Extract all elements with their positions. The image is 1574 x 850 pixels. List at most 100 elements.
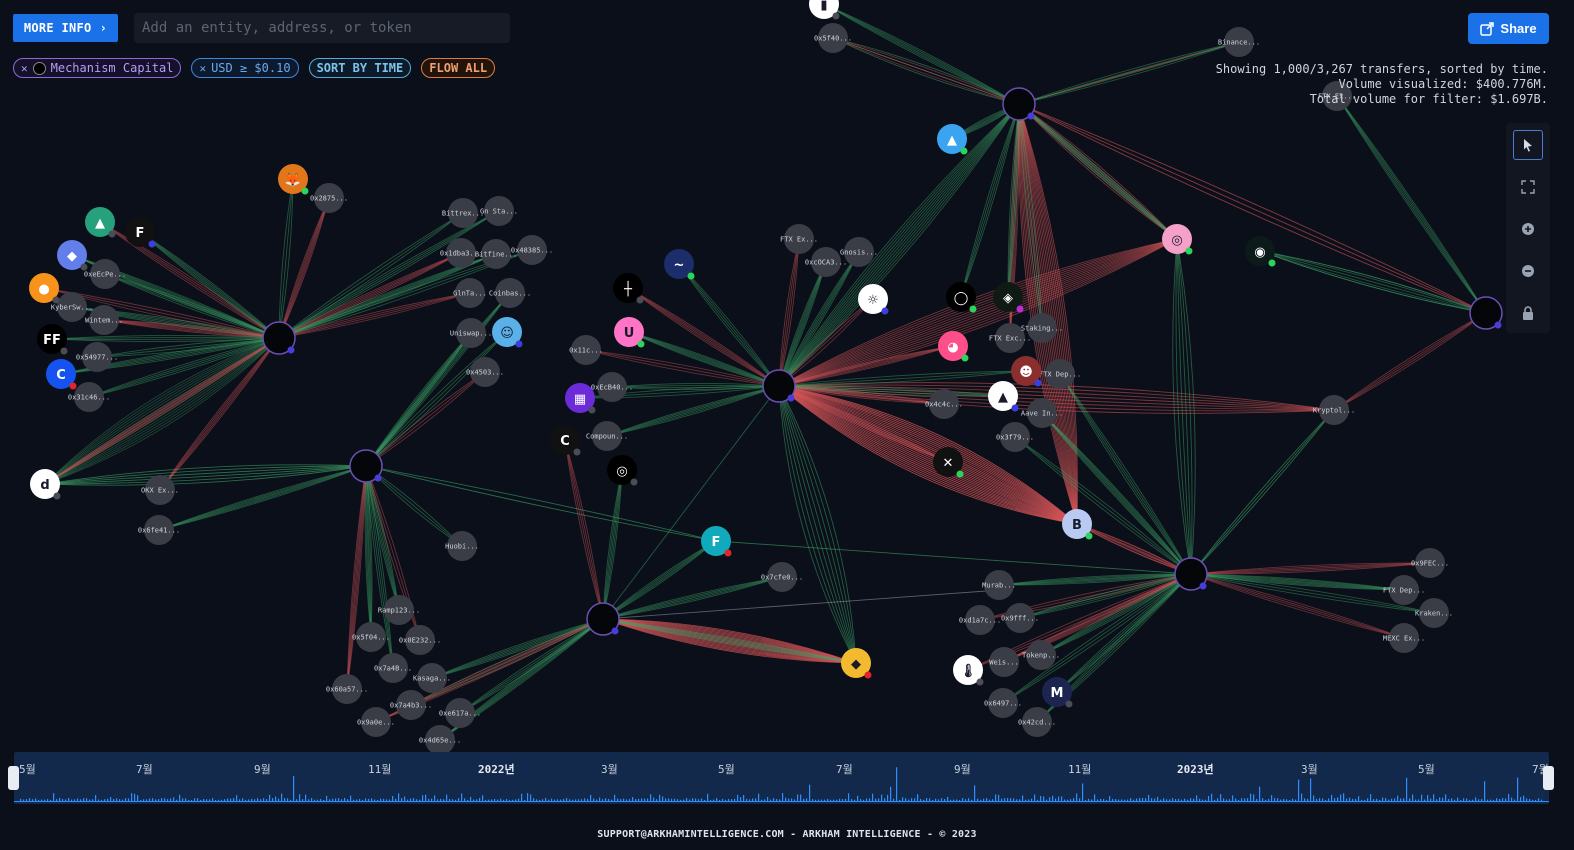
- svg-text:◎: ◎: [1171, 233, 1182, 248]
- address-node[interactable]: 0xd1a7c...: [959, 605, 1001, 635]
- status-dot: [611, 627, 619, 635]
- remove-filter-icon[interactable]: ✕: [199, 62, 206, 75]
- timeline-bar-mark: [1196, 795, 1198, 801]
- address-node[interactable]: 0x5f04...: [352, 622, 390, 652]
- address-node[interactable]: Kasaga...: [413, 663, 451, 693]
- line-icon[interactable]: ┼: [613, 273, 644, 304]
- lock-button[interactable]: [1513, 298, 1543, 328]
- timeline-bar-mark: [983, 798, 985, 801]
- address-node[interactable]: Huobi...: [445, 531, 479, 561]
- timeline-bar-mark: [818, 799, 820, 801]
- address-node[interactable]: 0x48385...: [511, 235, 553, 265]
- thermometer-icon[interactable]: 🌡: [953, 655, 984, 686]
- pyramid-icon[interactable]: ▲: [85, 207, 116, 238]
- address-node[interactable]: 0x7cfe0...: [761, 562, 803, 592]
- address-node[interactable]: Gn Sta...: [480, 196, 518, 226]
- timeline-bar-mark: [1154, 798, 1156, 801]
- address-node[interactable]: 0x9FEC...: [1411, 548, 1449, 578]
- zoom-out-button[interactable]: [1513, 256, 1543, 286]
- address-node[interactable]: 0x5f40...: [814, 23, 852, 53]
- zoom-in-button[interactable]: [1513, 214, 1543, 244]
- address-node[interactable]: 0x11c...: [569, 335, 603, 365]
- transfer-edge: [365, 332, 472, 467]
- address-node[interactable]: Kraken...: [1415, 598, 1453, 628]
- timeline-bar[interactable]: 5월 7월 9월 11월 2022년 3월 5월 7월 9월 11월 2023년 3월 5월 7월: [14, 752, 1549, 804]
- address-node[interactable]: 0x9a0e...: [357, 707, 395, 737]
- transfer-edge: [602, 589, 1001, 620]
- timeline-bar-mark: [701, 798, 703, 801]
- address-node[interactable]: 0x7a4B...: [374, 653, 412, 683]
- address-node[interactable]: Weis...: [989, 647, 1019, 677]
- timeline-start-handle[interactable]: [8, 766, 19, 790]
- ff-icon[interactable]: FF: [37, 324, 68, 355]
- wave-icon[interactable]: ~: [664, 249, 695, 280]
- search-input[interactable]: [134, 13, 510, 43]
- more-info-button[interactable]: MORE INFO ›: [13, 14, 118, 42]
- timeline-bar-mark: [1028, 799, 1030, 801]
- ftx-icon[interactable]: F: [701, 526, 732, 557]
- address-node-label: MEXC Ex...: [1383, 635, 1425, 643]
- address-node[interactable]: Binance...: [1218, 27, 1260, 57]
- portrait-icon[interactable]: ☻: [1011, 356, 1042, 387]
- coinbase-icon[interactable]: C: [46, 359, 77, 390]
- address-node[interactable]: FTX Ex...: [780, 224, 818, 254]
- timeline-bar-mark: [1187, 799, 1189, 801]
- transfer-edge: [602, 618, 857, 664]
- donut-icon[interactable]: ◎: [1162, 224, 1193, 255]
- address-node[interactable]: MEXC Ex...: [1383, 623, 1425, 653]
- remove-filter-icon[interactable]: ✕: [21, 62, 28, 75]
- sort-by-time-button[interactable]: SORT BY TIME: [308, 58, 412, 78]
- address-node[interactable]: 0x0E232...: [399, 625, 441, 655]
- filter-chip-usd[interactable]: ✕ USD ≥ $0.10: [191, 58, 299, 78]
- timeline-bar-mark: [137, 795, 139, 801]
- metamask-icon[interactable]: 🦊: [278, 164, 309, 195]
- arbitrum-icon[interactable]: ▲: [937, 124, 968, 155]
- address-node[interactable]: 0x2875...: [310, 183, 348, 213]
- timeline-bar-mark: [740, 797, 742, 801]
- address-node[interactable]: 0x42cd...: [1018, 707, 1056, 737]
- address-node[interactable]: Compoun...: [586, 421, 628, 451]
- timeline-bar-mark: [920, 798, 922, 801]
- flow-all-button[interactable]: FLOW ALL: [421, 58, 496, 78]
- filter-chip-entity[interactable]: ✕ Mechanism Capital: [13, 58, 182, 78]
- timeline-bar-mark: [476, 799, 478, 801]
- address-node-label: Gnosis...: [840, 249, 878, 257]
- badger-icon[interactable]: B: [1062, 509, 1093, 540]
- share-button[interactable]: Share: [1468, 13, 1549, 44]
- timeline-bar-mark: [1412, 794, 1414, 801]
- transfer-edge: [627, 287, 780, 387]
- address-node[interactable]: 0x9fff...: [1001, 603, 1039, 633]
- address-node-label: 0x31c46...: [68, 394, 110, 402]
- timeline-bar-mark: [1385, 798, 1387, 801]
- timeline-bar-mark: [869, 798, 871, 801]
- ethereum-icon[interactable]: ◆: [57, 240, 88, 271]
- rainbow-icon[interactable]: ◕: [938, 331, 969, 362]
- unicorn-icon[interactable]: U: [614, 317, 645, 348]
- timeline-end-handle[interactable]: [1543, 766, 1554, 790]
- transfer-graph[interactable]: 0x5f40... Binance... FTX Ex... 0x2875... Bit…: [0, 0, 1574, 850]
- bottle-icon[interactable]: ▮: [809, 0, 840, 20]
- timeline-bar-mark: [1364, 799, 1366, 801]
- address-node[interactable]: FTX Dep...: [1383, 575, 1425, 605]
- address-node[interactable]: 0x7a4b3...: [390, 690, 432, 720]
- address-node[interactable]: GlnTa...: [453, 278, 487, 308]
- timeline-bar-mark: [1052, 795, 1054, 801]
- timeline-bar-mark: [989, 799, 991, 801]
- timeline-bar-mark: [1541, 799, 1543, 801]
- x-token-icon[interactable]: ✕: [933, 447, 964, 478]
- frax-icon[interactable]: ◎: [607, 455, 638, 486]
- circle-token-icon[interactable]: ◯: [946, 282, 977, 313]
- gitcoin-icon[interactable]: ◉: [1245, 236, 1276, 267]
- fit-view-button[interactable]: [1513, 172, 1543, 202]
- binance-icon[interactable]: ◆: [841, 648, 872, 679]
- compound-icon[interactable]: C: [550, 425, 581, 456]
- address-node[interactable]: 0x6fe41...: [138, 515, 180, 545]
- orange-token-icon[interactable]: ●: [29, 273, 60, 304]
- timeline-bar-mark: [407, 799, 409, 801]
- select-tool-button[interactable]: [1513, 130, 1543, 160]
- timeline-bar-mark: [203, 799, 205, 801]
- address-node[interactable]: Murab...: [982, 570, 1016, 600]
- address-node[interactable]: 0x60a57...: [326, 674, 368, 704]
- address-node[interactable]: Coinbas...: [489, 278, 531, 308]
- status-dot: [976, 678, 984, 686]
